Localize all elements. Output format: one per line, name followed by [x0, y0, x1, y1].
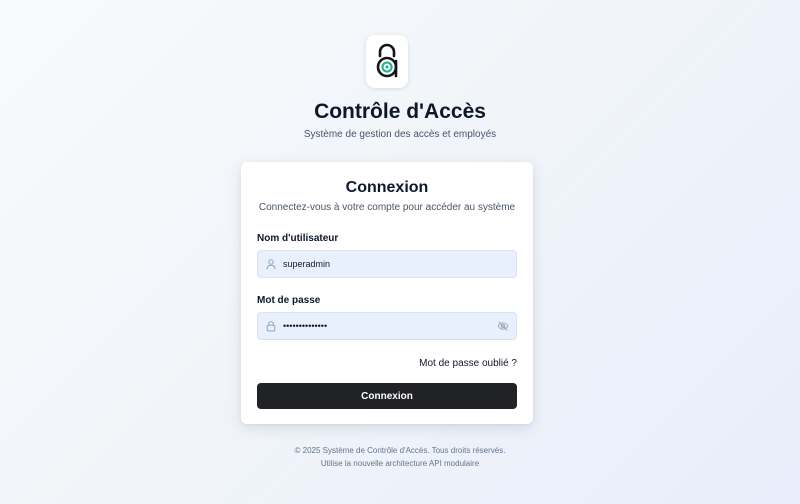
app-subtitle: Système de gestion des accès et employés [303, 129, 497, 140]
login-button[interactable]: Connexion [257, 383, 517, 409]
padlock-a-logo-icon [376, 43, 398, 77]
username-label: Nom d'utilisateur [257, 233, 339, 244]
lock-icon [266, 321, 276, 332]
password-field[interactable] [257, 312, 517, 340]
username-input[interactable] [283, 251, 483, 277]
user-icon [266, 259, 276, 270]
eye-off-icon[interactable] [497, 320, 509, 332]
login-card: Connexion Connectez-vous à votre compte … [241, 162, 533, 424]
password-input[interactable] [283, 313, 483, 339]
login-title: Connexion [345, 179, 429, 196]
login-subtitle: Connectez-vous à votre compte pour accéd… [258, 202, 516, 213]
forgot-password-link[interactable]: Mot de passe oublié ? [419, 357, 517, 371]
footer-note: Utilise la nouvelle architecture API mod… [320, 459, 480, 468]
password-label: Mot de passe [257, 295, 321, 306]
app-logo [366, 35, 408, 88]
username-field[interactable] [257, 250, 517, 278]
app-title: Contrôle d'Accès [314, 100, 486, 123]
footer-copyright: © 2025 Système de Contrôle d'Accès. Tous… [294, 446, 506, 455]
